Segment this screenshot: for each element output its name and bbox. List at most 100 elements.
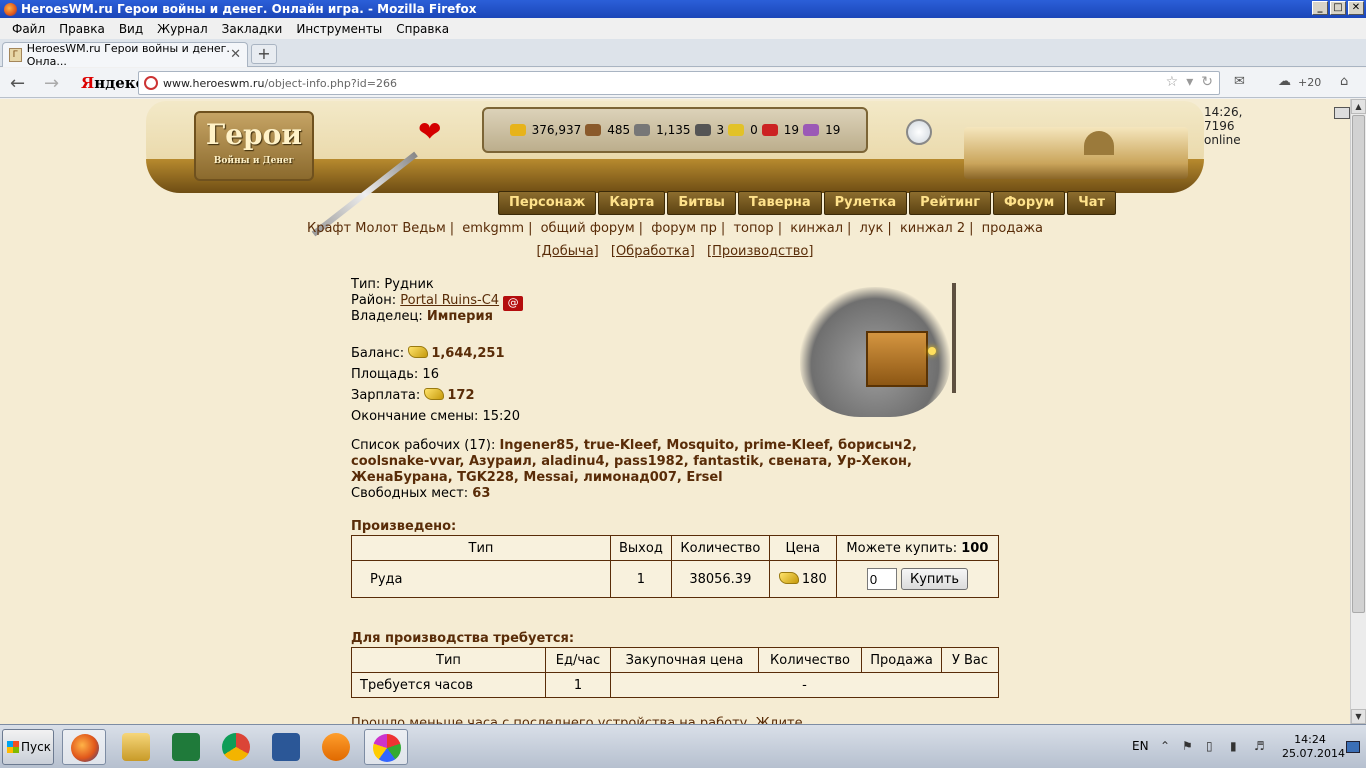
quick-link[interactable]: emkgmm — [462, 221, 524, 236]
nav-map[interactable]: Карта — [598, 191, 666, 215]
start-button[interactable]: Пуск — [2, 729, 54, 765]
bookmark-star-icon[interactable]: ☆ — [1166, 74, 1179, 90]
nav-rating[interactable]: Рейтинг — [909, 191, 992, 215]
word-icon — [272, 733, 300, 761]
network-icon[interactable]: ▮ — [1230, 739, 1244, 753]
menu-history[interactable]: Журнал — [151, 22, 214, 36]
dropdown-arrow-icon[interactable]: ▾ — [1186, 74, 1193, 90]
nav-chat[interactable]: Чат — [1067, 191, 1117, 215]
ore-icon — [634, 124, 651, 136]
col-price: Цена — [768, 535, 837, 561]
col-you-have: У Вас — [941, 647, 999, 673]
sulfur-value: 0 — [750, 123, 758, 137]
health-heart-icon: ❤ — [418, 115, 442, 148]
workers-row-3: ЖенаБурана, TGK228, Messai, лимонад007, … — [351, 470, 723, 485]
new-tab-button[interactable]: + — [251, 44, 277, 64]
nav-tavern[interactable]: Таверна — [737, 191, 822, 215]
link-production[interactable]: [Производство] — [707, 244, 813, 259]
url-actions: ☆ ▾ ↻ — [1166, 74, 1213, 90]
tab-heroeswm[interactable]: Г HeroesWM.ru Герои войны и денег. Онла.… — [2, 42, 248, 68]
updater-icon — [322, 733, 350, 761]
reload-icon[interactable]: ↻ — [1201, 74, 1213, 90]
close-button[interactable]: ✕ — [1348, 1, 1364, 15]
tray-expand-icon[interactable]: ⌃ — [1160, 739, 1174, 753]
url-bar[interactable]: www.heroeswm.ru/object-info.php?id=266 ☆… — [138, 71, 1220, 95]
nav-forum[interactable]: Форум — [993, 191, 1066, 215]
forward-arrow-icon[interactable]: → — [44, 73, 59, 94]
link-mining[interactable]: [Добыча] — [537, 244, 599, 259]
col-quantity: Количество — [758, 647, 862, 673]
site-identity-icon[interactable] — [144, 76, 158, 90]
menu-bookmarks[interactable]: Закладки — [216, 22, 289, 36]
minimize-button[interactable]: _ — [1312, 1, 1328, 15]
page-scrollbar[interactable]: ▲ ▼ — [1350, 99, 1366, 724]
window-titlebar: HeroesWM.ru Герои войны и денег. Онлайн … — [0, 0, 1366, 18]
excel-icon — [172, 733, 200, 761]
quick-link[interactable]: лук — [860, 221, 884, 236]
quick-link[interactable]: кинжал — [790, 221, 843, 236]
tab-close-icon[interactable]: ✕ — [230, 47, 241, 62]
flag-icon[interactable]: ⚑ — [1182, 739, 1196, 753]
buy-button[interactable]: Купить — [900, 568, 969, 590]
workers-list[interactable]: Ingener85, true-Kleef, Mosquito, prime-K… — [499, 438, 916, 453]
nav-character[interactable]: Персонаж — [498, 191, 597, 215]
tv-icon[interactable] — [1334, 107, 1350, 119]
required-title: Для производства требуется: — [351, 631, 575, 646]
wood-value: 485 — [607, 123, 631, 137]
home-icon[interactable]: ⌂ — [1340, 74, 1348, 89]
system-clock[interactable]: 14:24 25.07.2014 — [1282, 733, 1345, 761]
quick-link[interactable]: топор — [733, 221, 773, 236]
district-mail-icon[interactable]: @ — [503, 296, 524, 311]
volume-icon[interactable]: ♬ — [1254, 739, 1268, 753]
district-link[interactable]: Portal Ruins-C4 — [400, 293, 499, 308]
taskbar-chrome[interactable] — [214, 729, 258, 765]
mana-potion-icon — [906, 119, 932, 145]
nav-battles[interactable]: Битвы — [667, 191, 736, 215]
taskbar-updater[interactable] — [314, 729, 358, 765]
link-processing[interactable]: [Обработка] — [611, 244, 695, 259]
quick-link[interactable]: продажа — [982, 221, 1043, 236]
windows-taskbar: Пуск EN ⌃ ⚑ ▯ ▮ ♬ 14:24 25.07.2014 — [0, 724, 1366, 768]
gold-icon — [509, 124, 526, 136]
taskbar-paint[interactable] — [364, 729, 408, 765]
table-row: Требуется часов 1 - — [351, 672, 999, 698]
maximize-button[interactable]: □ — [1330, 1, 1346, 15]
language-indicator[interactable]: EN — [1132, 739, 1149, 753]
device-icon[interactable]: ▯ — [1206, 739, 1220, 753]
game-logo[interactable]: Герои Войны и Денег — [194, 111, 314, 181]
nav-roulette[interactable]: Рулетка — [823, 191, 908, 215]
weather-temp: +20 — [1298, 76, 1322, 89]
scroll-down-icon[interactable]: ▼ — [1351, 709, 1366, 724]
taskbar-firefox[interactable] — [62, 729, 106, 765]
taskbar-explorer[interactable] — [114, 729, 158, 765]
mail-icon[interactable]: ✉ — [1234, 74, 1245, 89]
taskbar-excel[interactable] — [164, 729, 208, 765]
quick-link[interactable]: кинжал 2 — [900, 221, 965, 236]
firefox-icon — [4, 2, 17, 16]
show-desktop-button[interactable] — [1346, 741, 1360, 753]
quick-link[interactable]: общий форум — [541, 221, 635, 236]
owner-value[interactable]: Империя — [427, 309, 493, 324]
menu-tools[interactable]: Инструменты — [290, 22, 388, 36]
quick-link[interactable]: форум пр — [651, 221, 717, 236]
buy-quantity-input[interactable] — [866, 568, 897, 590]
taskbar-word[interactable] — [264, 729, 308, 765]
menu-view[interactable]: Вид — [113, 22, 149, 36]
url-path: /object-info.php?id=266 — [264, 76, 397, 90]
scroll-thumb[interactable] — [1352, 115, 1365, 613]
col-output: Выход — [610, 535, 672, 561]
scroll-up-icon[interactable]: ▲ — [1351, 99, 1366, 114]
back-arrow-icon[interactable]: ← — [10, 73, 25, 94]
gold-value: 376,937 — [531, 123, 582, 137]
palace-image — [964, 127, 1188, 179]
weather-icon[interactable]: ☁ — [1278, 74, 1291, 89]
quick-link[interactable]: Крафт Молот Ведьм — [307, 221, 446, 236]
crystal-value: 19 — [783, 123, 800, 137]
menu-file[interactable]: Файл — [6, 22, 51, 36]
yandex-logo[interactable]: Яндекс — [81, 74, 145, 92]
paint-icon — [373, 734, 401, 762]
menu-edit[interactable]: Правка — [53, 22, 111, 36]
cell-output: 1 — [610, 560, 672, 598]
work-category-links: [Добыча] [Обработка] [Производство] — [0, 244, 1350, 259]
menu-help[interactable]: Справка — [390, 22, 455, 36]
